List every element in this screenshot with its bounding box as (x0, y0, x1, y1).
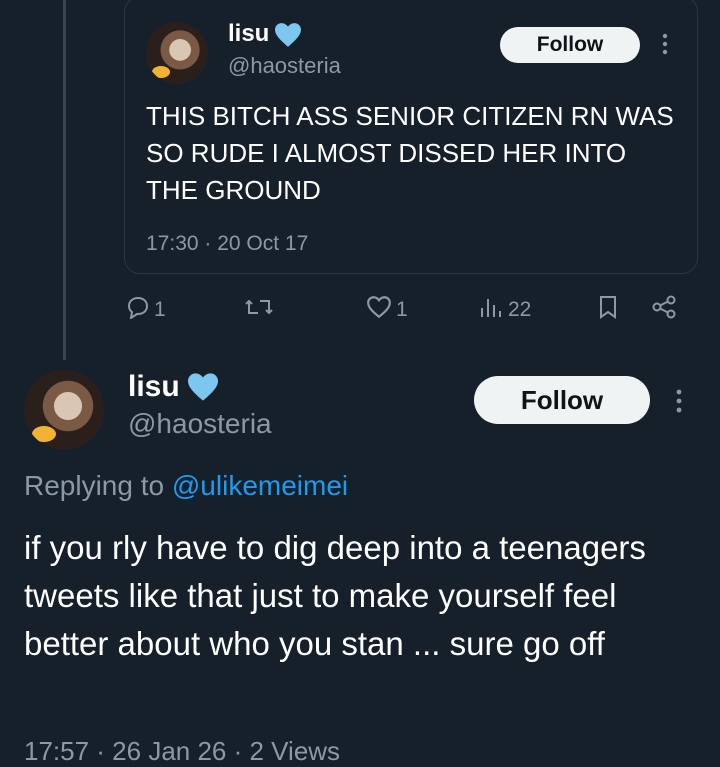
views-button[interactable]: 22 (478, 292, 531, 328)
follow-button[interactable]: Follow (474, 376, 650, 424)
tweet-text: THIS BITCH ASS SENIOR CITIZEN RN WAS SO … (146, 101, 674, 205)
follow-button[interactable]: Follow (500, 27, 640, 63)
retweet-icon (244, 295, 274, 325)
mention-link[interactable]: @ulikemeimei (172, 470, 348, 501)
handle[interactable]: @haosteria (128, 408, 272, 440)
timestamp[interactable]: 17:30 · 20 Oct 17 (146, 232, 308, 256)
like-button[interactable]: 1 (366, 292, 408, 328)
verified-heart-icon (273, 22, 303, 53)
display-name[interactable]: lisu (128, 370, 180, 404)
thread-line (63, 0, 66, 360)
like-icon (366, 295, 392, 325)
more-icon[interactable] (661, 32, 669, 56)
avatar[interactable] (24, 370, 104, 450)
replying-prefix: Replying to (24, 470, 172, 501)
like-count: 1 (396, 298, 408, 321)
action-bar: 1 1 22 (124, 292, 696, 328)
share-button[interactable] (650, 292, 678, 328)
views-count: 22 (508, 298, 532, 321)
tweet-meta[interactable]: 17:57 · 26 Jan 26 · 2 Views (24, 736, 340, 767)
retweet-button[interactable] (244, 292, 278, 328)
verified-heart-icon (186, 372, 220, 407)
tweet-text: if you rly have to dig deep into a teena… (24, 529, 646, 662)
share-icon (650, 294, 678, 326)
bookmark-button[interactable] (596, 292, 620, 328)
more-icon[interactable] (675, 388, 683, 419)
reply-icon (124, 295, 150, 325)
handle[interactable]: @haosteria (228, 53, 341, 79)
bookmark-icon (596, 294, 620, 326)
display-name[interactable]: lisu (228, 20, 269, 48)
views-icon (478, 295, 504, 325)
avatar[interactable] (146, 22, 208, 84)
replying-to: Replying to @ulikemeimei (24, 470, 348, 502)
reply-count: 1 (154, 298, 166, 321)
reply-button[interactable]: 1 (124, 292, 166, 328)
